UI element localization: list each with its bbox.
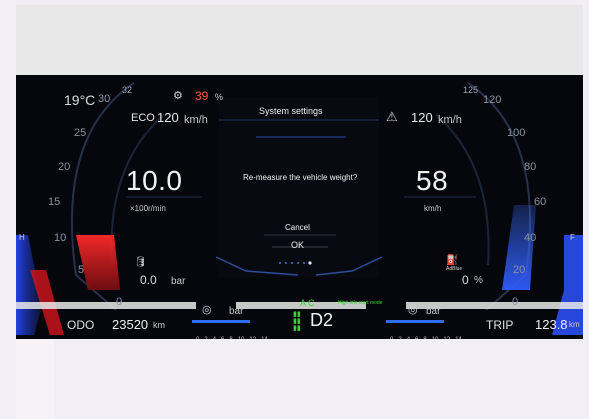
- right-tick-0: 0: [512, 296, 519, 308]
- scale-1-tick-4: 4: [213, 337, 216, 339]
- right-tick-40: 40: [524, 232, 537, 244]
- outside-temperature: 19°C: [64, 92, 96, 108]
- left-tick-20: 20: [58, 161, 71, 173]
- right-tick-100: 100: [507, 127, 526, 139]
- odo-value: 23520: [112, 317, 149, 332]
- scale-1-tick-8: 8: [229, 337, 232, 339]
- engine-icon: ⚙: [173, 90, 183, 102]
- trip-label: TRIP: [486, 318, 514, 332]
- scale-2-tick-14: 14: [455, 337, 462, 339]
- oil-can-icon: 🛢: [134, 257, 147, 268]
- temp-high-label: H: [19, 233, 25, 242]
- air-pressure-2-scale: 0 2 4 6 8 10 12 14: [390, 328, 467, 339]
- high-idle-text: High idle start mode: [338, 300, 383, 306]
- left-tick-25: 25: [74, 127, 87, 139]
- cruise-speed-unit: km/h: [184, 114, 208, 126]
- cruise-speed-value: 120: [157, 110, 179, 125]
- right-tick-80: 80: [524, 161, 537, 173]
- scale-2-tick-6: 6: [415, 337, 418, 339]
- air-pressure-2-unit: bar: [426, 306, 441, 317]
- trip-unit: km: [569, 320, 580, 329]
- drive-mode-label: ECO: [131, 112, 155, 124]
- air-pressure-2-icon: ◎: [408, 304, 418, 316]
- right-tick-small-top: 125: [463, 85, 479, 95]
- odo-unit: km: [153, 320, 165, 330]
- scale-1-tick-2: 2: [204, 337, 207, 339]
- adblue-percent-value: 0: [462, 273, 469, 287]
- left-tick-0: 0: [116, 296, 123, 308]
- scale-1-tick-10: 10: [238, 337, 245, 339]
- fuel-percent-value: 39: [195, 89, 209, 103]
- scale-2-tick-12: 12: [443, 337, 450, 339]
- odo-label: ODO: [67, 318, 95, 332]
- left-tick-small-top: 32: [122, 85, 133, 95]
- speed-value: 58: [416, 165, 449, 196]
- scale-2-tick-2: 2: [398, 337, 401, 339]
- top-background-band: [16, 5, 583, 75]
- fuel-full-label: F: [570, 233, 575, 242]
- bottom-left-background-band: [16, 340, 54, 419]
- left-tick-15: 15: [48, 196, 61, 208]
- scale-2-tick-8: 8: [423, 337, 426, 339]
- scale-2-tick-0: 0: [390, 337, 393, 339]
- dialog-message: Re-measure the vehicle weight?: [243, 173, 358, 182]
- scale-1-tick-14: 14: [261, 337, 268, 339]
- scale-2-tick-10: 10: [432, 337, 439, 339]
- air-pressure-1-fill: [192, 320, 250, 323]
- ac-indicator: A C: [300, 298, 315, 308]
- oil-pressure-unit: bar: [171, 276, 186, 287]
- fuel-percent-unit: %: [215, 92, 224, 102]
- status-lamps-icon: ▮▮ ▮▮ ▮▮: [293, 311, 301, 332]
- scale-1-tick-12: 12: [249, 337, 256, 339]
- speed-blue-zone: [502, 205, 536, 290]
- adblue-percent-unit: %: [474, 275, 483, 286]
- dialog-panel-bg: [219, 97, 379, 277]
- trip-value: 123.8: [535, 317, 568, 332]
- dialog-title: System settings: [259, 106, 323, 116]
- dialog-ok-button[interactable]: OK: [291, 240, 304, 250]
- scale-1-tick-0: 0: [196, 337, 199, 339]
- speed-unit: km/h: [424, 204, 442, 213]
- left-tick-10: 10: [54, 232, 67, 244]
- speed-limit-unit: km/h: [438, 114, 462, 126]
- air-pressure-2-fill: [386, 320, 444, 323]
- adblue-label: AdBlue: [446, 266, 463, 272]
- speed-limit-value: 120: [411, 110, 433, 125]
- left-tick-5: 5: [78, 264, 85, 276]
- left-tick-30: 30: [98, 93, 111, 105]
- right-tick-60: 60: [534, 196, 547, 208]
- rpm-value: 10.0: [126, 165, 183, 196]
- gear-indicator: D2: [310, 310, 334, 330]
- scale-2-tick-4: 4: [407, 337, 410, 339]
- scale-1-tick-6: 6: [221, 337, 224, 339]
- instrument-cluster: 19°C 30 32 ⚙ 39 % ECO 120 km/h 25 20 15 …: [16, 75, 583, 339]
- right-tick-120: 120: [483, 94, 502, 106]
- dialog-cancel-button[interactable]: Cancel: [285, 223, 310, 232]
- speed-limiter-icon: ⚠: [386, 109, 398, 124]
- air-pressure-1-scale: 0 2 4 6 8 10 12 14: [196, 328, 273, 339]
- right-tick-20: 20: [513, 264, 526, 276]
- air-pressure-1-icon: ◎: [202, 304, 212, 316]
- rpm-unit: ×100r/min: [130, 204, 166, 213]
- oil-pressure-value: 0.0: [140, 273, 157, 287]
- air-pressure-1-unit: bar: [229, 306, 244, 317]
- fuel-pump-icon: ⛽: [446, 255, 459, 266]
